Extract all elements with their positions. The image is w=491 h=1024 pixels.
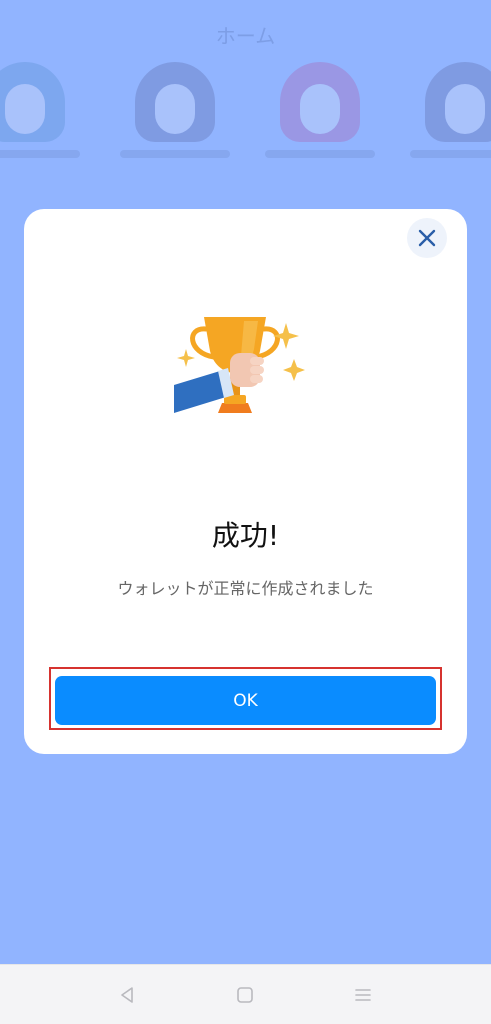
avatar-card (255, 62, 375, 172)
dialog-message: ウォレットが正常に作成されました (117, 579, 374, 598)
nav-menu-button[interactable] (351, 983, 375, 1007)
close-button[interactable] (407, 218, 447, 258)
avatar-card (110, 62, 230, 172)
home-square-icon (237, 987, 253, 1003)
back-triangle-icon (121, 987, 133, 1003)
menu-lines-icon (355, 989, 371, 1001)
trophy-in-hand-illustration (174, 317, 305, 413)
close-icon (418, 229, 436, 247)
success-dialog: 成功! ウォレットが正常に作成されました OK (24, 209, 467, 754)
ok-button[interactable]: OK (55, 676, 436, 725)
nav-home-button[interactable] (233, 983, 257, 1007)
system-nav-bar (0, 964, 491, 1024)
dialog-title: 成功! (211, 519, 280, 552)
background-title: ホーム (215, 24, 276, 48)
avatar-card (400, 62, 491, 172)
avatar-card (0, 62, 80, 172)
nav-back-button[interactable] (115, 983, 139, 1007)
avatar-row (0, 62, 491, 172)
